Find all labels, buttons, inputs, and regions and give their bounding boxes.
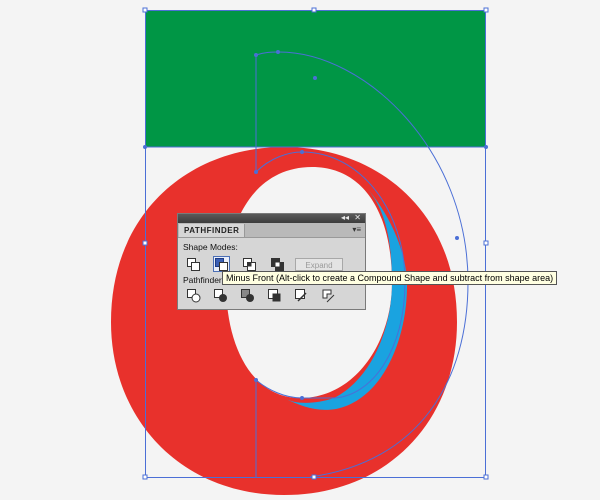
unite-icon xyxy=(187,257,200,271)
outline-button[interactable] xyxy=(293,288,310,304)
minus-front-button[interactable] xyxy=(213,256,230,272)
minus-front-icon xyxy=(215,257,228,271)
trim-icon xyxy=(213,289,227,302)
panel-menu-icon[interactable]: ▾≡ xyxy=(352,225,361,234)
crop-icon xyxy=(267,289,280,302)
intersect-icon xyxy=(243,257,256,271)
pathfinders-label: Pathfinder xyxy=(183,275,222,285)
panel-title-bar[interactable]: ◂◂ ✕ xyxy=(178,213,365,223)
merge-button[interactable] xyxy=(239,288,256,304)
trim-button[interactable] xyxy=(212,288,229,304)
close-icon[interactable]: ✕ xyxy=(354,213,361,223)
red-ring-shape[interactable] xyxy=(111,147,457,495)
intersect-button[interactable] xyxy=(241,256,258,272)
expand-button[interactable]: Expand xyxy=(295,258,343,271)
exclude-button[interactable] xyxy=(269,256,286,272)
unite-button[interactable] xyxy=(185,256,202,272)
divide-button[interactable] xyxy=(185,288,202,304)
pathfinders-row xyxy=(185,288,337,304)
merge-icon xyxy=(240,289,254,302)
panel-tab-row: PATHFINDER ▾≡ xyxy=(178,223,365,238)
shape-modes-row xyxy=(185,256,286,272)
minus-back-button[interactable] xyxy=(320,288,337,304)
minus-back-icon xyxy=(322,289,334,303)
minus-front-tooltip: Minus Front (Alt-click to create a Compo… xyxy=(222,271,558,285)
double-left-arrows-icon[interactable]: ◂◂ xyxy=(341,213,349,223)
outline-icon xyxy=(294,289,307,302)
tab-pathfinder[interactable]: PATHFINDER xyxy=(179,224,246,237)
pathfinder-panel[interactable]: ◂◂ ✕ PATHFINDER ▾≡ Shape Modes: Expand P… xyxy=(177,213,366,310)
exclude-icon xyxy=(271,257,284,271)
shape-modes-label: Shape Modes: xyxy=(183,242,238,252)
divide-icon xyxy=(186,289,200,303)
crop-button[interactable] xyxy=(266,288,283,304)
